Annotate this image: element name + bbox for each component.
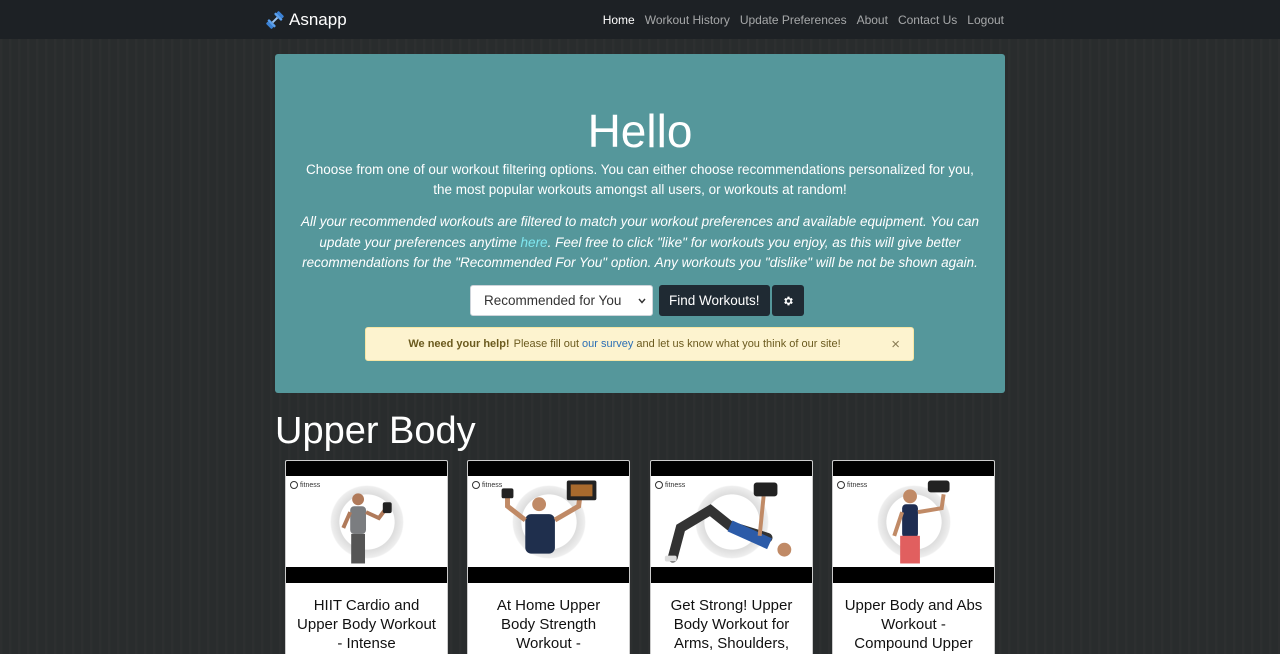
workout-thumbnail[interactable]: fitness	[286, 461, 447, 583]
dumbbell-icon	[266, 11, 284, 29]
preferences-here-link[interactable]: here	[521, 235, 548, 250]
hero-panel: Hello Choose from one of our workout fil…	[275, 54, 1005, 393]
alert-text-before: Please fill out	[513, 338, 580, 350]
nav-link-home[interactable]: Home	[598, 13, 640, 27]
gear-icon	[783, 296, 793, 305]
workout-thumbnail[interactable]: fitness	[468, 461, 629, 583]
navbar: Asnapp Home Workout History Update Prefe…	[0, 0, 1280, 39]
survey-alert: We need your help! Please fill out our s…	[365, 327, 914, 361]
nav-link-contact-us[interactable]: Contact Us	[893, 13, 962, 27]
workout-card-title[interactable]: Upper Body and Abs Workout - Compound Up…	[833, 596, 994, 653]
alert-strong-text: We need your help!	[408, 338, 510, 350]
workout-card[interactable]: fitness HIIT Cardio and Upper Body Worko…	[285, 460, 448, 654]
nav-links: Home Workout History Update Preferences …	[598, 0, 1009, 39]
workout-card-title[interactable]: HIIT Cardio and Upper Body Workout - Int…	[286, 596, 447, 653]
person-figure-image	[341, 493, 392, 564]
filter-controls: Recommended for You Find Workouts!	[470, 285, 804, 316]
hero-title: Hello	[587, 105, 693, 157]
chevron-down-icon	[638, 298, 646, 304]
workout-thumbnail[interactable]: fitness	[833, 461, 994, 583]
nav-link-update-preferences[interactable]: Update Preferences	[735, 13, 852, 27]
person-figure-image	[892, 480, 950, 564]
workout-filter-value: Recommended for You	[484, 293, 622, 308]
workout-card-title[interactable]: Get Strong! Upper Body Workout for Arms,…	[651, 596, 812, 653]
survey-link[interactable]: our survey	[582, 338, 633, 350]
workout-filter-select[interactable]: Recommended for You	[470, 285, 653, 316]
nav-link-logout[interactable]: Logout	[962, 13, 1009, 27]
alert-text-after: and let us know what you think of our si…	[636, 338, 841, 350]
close-icon[interactable]: ×	[891, 337, 900, 352]
section-title: Upper Body	[275, 410, 476, 452]
workout-card[interactable]: fitness Upper Body and Abs Workout - Com…	[832, 460, 995, 654]
workout-card[interactable]: fitness At Home Upper Body Strength Work…	[467, 460, 630, 654]
workout-card[interactable]: fitness Get Strong! Upper Body Workout f…	[650, 460, 813, 654]
brand-link[interactable]: Asnapp	[265, 8, 347, 32]
person-figure-image	[664, 482, 792, 563]
person-figure-image	[501, 480, 597, 554]
workout-card-title[interactable]: At Home Upper Body Strength Workout -	[468, 596, 629, 653]
workout-thumbnail[interactable]: fitness	[651, 461, 812, 583]
nav-link-workout-history[interactable]: Workout History	[640, 13, 735, 27]
find-workouts-button[interactable]: Find Workouts!	[659, 285, 770, 316]
settings-button[interactable]	[771, 285, 804, 316]
nav-link-about[interactable]: About	[852, 13, 893, 27]
hero-lead-text: Choose from one of our workout filtering…	[306, 162, 974, 197]
hero-note-text: All your recommended workouts are filter…	[295, 212, 985, 274]
brand-name: Asnapp	[289, 10, 347, 29]
